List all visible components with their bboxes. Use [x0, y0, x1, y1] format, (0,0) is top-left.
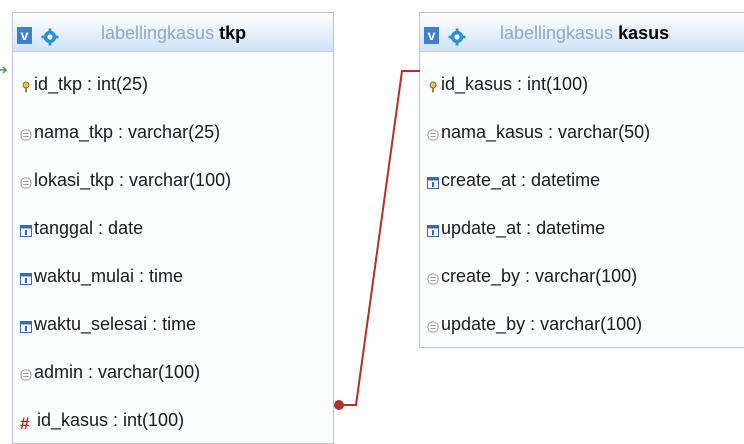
table-header[interactable]: v labellingkasus tkp	[13, 13, 333, 52]
collapse-toggle-button[interactable]: v	[424, 27, 439, 44]
gear-icon[interactable]	[447, 27, 467, 47]
table-name: tkp	[219, 23, 247, 43]
collapse-toggle-button[interactable]: v	[17, 27, 32, 44]
column-label: id_tkp : int(25)	[34, 74, 149, 94]
column-label: tanggal : date	[34, 218, 144, 238]
foreign-key-icon: #	[20, 414, 30, 433]
text-field-icon	[427, 129, 439, 141]
calendar-icon	[20, 225, 32, 237]
table-tkp[interactable]: v labellingkasus tkp id_tkp : int(25) nama…	[12, 12, 334, 444]
column-label: id_kasus : int(100)	[37, 410, 185, 430]
relation-endpoint	[334, 400, 344, 410]
column-label: create_at : datetime	[441, 170, 601, 190]
column-label: update_at : datetime	[441, 218, 606, 238]
calendar-icon	[427, 225, 439, 237]
key-icon	[429, 81, 437, 93]
column-label: waktu_mulai : time	[34, 266, 184, 286]
column-label: admin : varchar(100)	[34, 362, 201, 382]
relation-anchor-icon	[0, 66, 8, 74]
database-name: labellingkasus	[500, 23, 614, 43]
relation-connector[interactable]	[340, 70, 420, 406]
key-icon	[22, 81, 30, 93]
text-field-icon	[20, 129, 32, 141]
table-kasus[interactable]: v labellingkasus kasus id_kasus : int(100…	[419, 12, 744, 348]
table-title: labellingkasus kasus	[500, 23, 669, 44]
calendar-icon	[20, 273, 32, 285]
column-label: update_by : varchar(100)	[441, 314, 643, 334]
table-name: kasus	[618, 23, 670, 43]
column-label: create_by : varchar(100)	[441, 266, 638, 286]
text-field-icon	[20, 369, 32, 381]
column-label: waktu_selesai : time	[34, 314, 197, 334]
database-name: labellingkasus	[101, 23, 215, 43]
text-field-icon	[20, 177, 32, 189]
table-header[interactable]: v labellingkasus kasus	[420, 13, 744, 52]
column-label: lokasi_tkp : varchar(100)	[34, 170, 232, 190]
gear-icon[interactable]	[40, 27, 60, 47]
text-field-icon	[427, 273, 439, 285]
calendar-icon	[427, 177, 439, 189]
column-label: nama_tkp : varchar(25)	[34, 122, 221, 142]
calendar-icon	[20, 321, 32, 333]
column-label: nama_kasus : varchar(50)	[441, 122, 651, 142]
table-title: labellingkasus tkp	[101, 23, 246, 44]
column-label: id_kasus : int(100)	[441, 74, 589, 94]
text-field-icon	[427, 321, 439, 333]
